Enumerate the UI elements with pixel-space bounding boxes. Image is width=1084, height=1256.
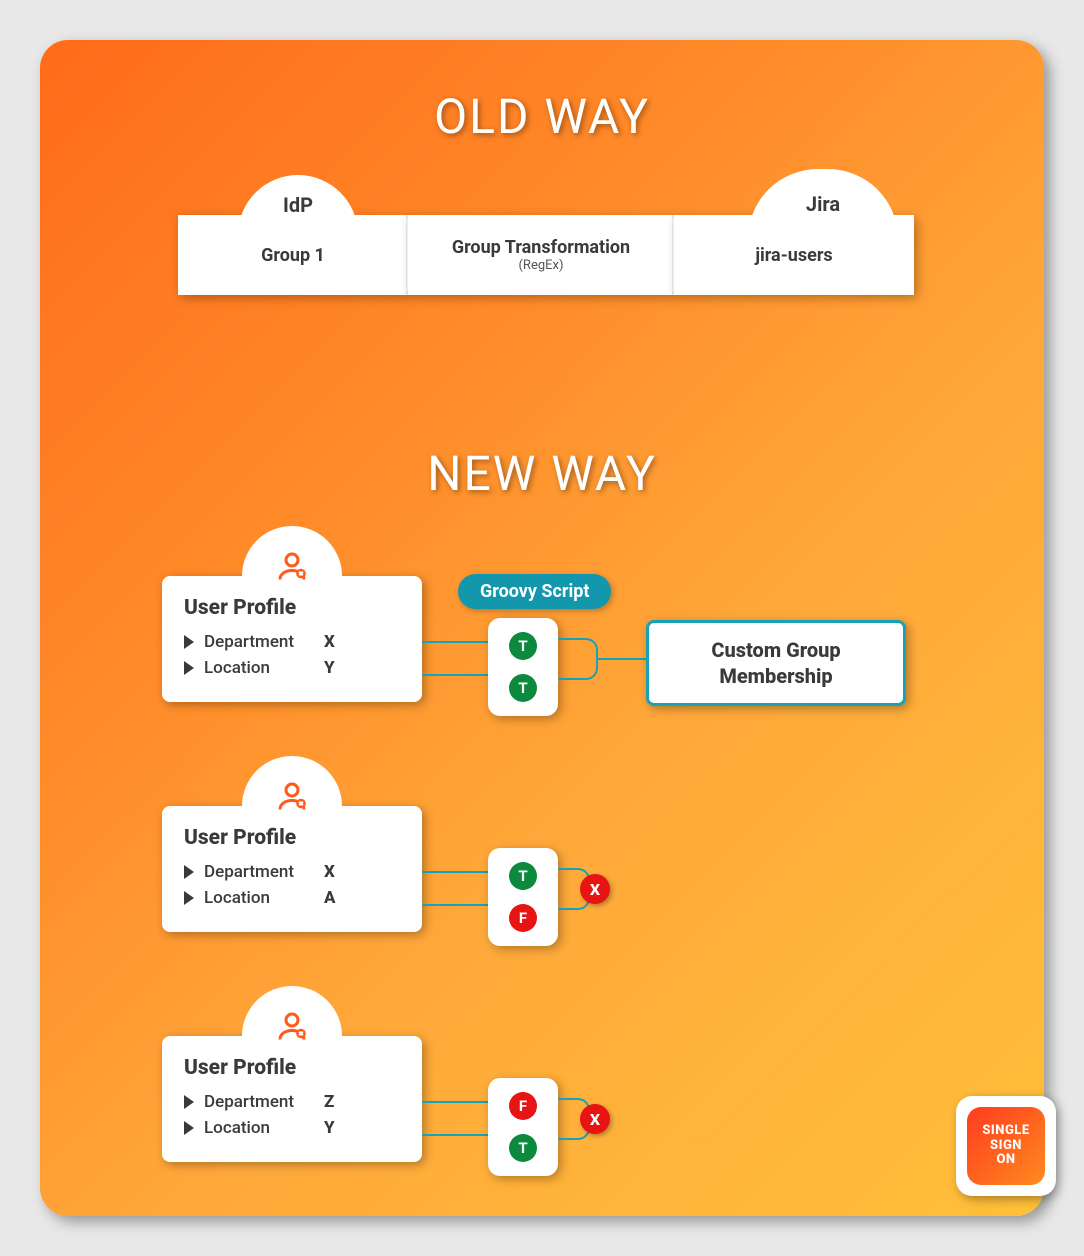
result-true-badge: T bbox=[509, 674, 537, 702]
connector-line bbox=[422, 674, 492, 676]
sso-logo-badge: SINGLE SIGN ON bbox=[956, 1096, 1056, 1196]
eval-box-2: T F bbox=[488, 848, 558, 946]
fail-badge: X bbox=[580, 1104, 610, 1134]
attr-label: Department bbox=[204, 632, 324, 652]
attr-label: Location bbox=[204, 1118, 324, 1138]
profile-title: User Profile bbox=[184, 596, 400, 620]
connector-line bbox=[422, 1101, 492, 1103]
old-box-label: Group 1 bbox=[261, 245, 325, 266]
attr-label: Department bbox=[204, 862, 324, 882]
old-way-title: OLD WAY bbox=[40, 88, 1044, 145]
groovy-script-pill: Groovy Script bbox=[458, 574, 611, 609]
old-box-sublabel: (RegEx) bbox=[518, 258, 563, 273]
old-way-row: IdP Jira Group 1 Group Transformation (R… bbox=[178, 215, 914, 295]
attr-value: Z bbox=[324, 1092, 334, 1112]
user-x-icon bbox=[274, 548, 310, 584]
profile-card-3: User Profile Department Z Location Y bbox=[162, 1036, 422, 1162]
profile-card-2: User Profile Department X Location A bbox=[162, 806, 422, 932]
old-box-label: jira-users bbox=[755, 245, 832, 266]
logo-line: SIGN bbox=[990, 1139, 1022, 1154]
attr-row: Department X bbox=[184, 862, 400, 882]
connector-line bbox=[422, 641, 492, 643]
fail-badge: X bbox=[580, 874, 610, 904]
attr-label: Location bbox=[204, 888, 324, 908]
triangle-icon bbox=[184, 635, 194, 649]
connector-line bbox=[422, 871, 492, 873]
old-box-transformation: Group Transformation (RegEx) bbox=[408, 215, 674, 295]
profile-title: User Profile bbox=[184, 826, 400, 850]
bracket-connector bbox=[558, 638, 598, 680]
attr-value: X bbox=[324, 632, 335, 652]
jira-tab: Jira bbox=[748, 169, 898, 239]
attr-value: A bbox=[324, 888, 336, 908]
attr-label: Department bbox=[204, 1092, 324, 1112]
logo-line: SINGLE bbox=[982, 1124, 1029, 1139]
connector-line bbox=[598, 658, 646, 660]
attr-row: Location Y bbox=[184, 1118, 400, 1138]
logo-line: ON bbox=[996, 1153, 1015, 1168]
user-x-icon bbox=[274, 1008, 310, 1044]
profile-head-tab bbox=[242, 526, 342, 586]
triangle-icon bbox=[184, 1121, 194, 1135]
old-box-label: Group Transformation bbox=[452, 237, 630, 258]
attr-value: Y bbox=[324, 1118, 335, 1138]
profile-title: User Profile bbox=[184, 1056, 400, 1080]
profile-card-1: User Profile Department X Location Y bbox=[162, 576, 422, 702]
result-true-badge: T bbox=[509, 1134, 537, 1162]
sso-logo: SINGLE SIGN ON bbox=[967, 1107, 1045, 1185]
profile-head-tab bbox=[242, 986, 342, 1046]
connector-line bbox=[422, 1134, 492, 1136]
result-false-badge: F bbox=[509, 904, 537, 932]
triangle-icon bbox=[184, 891, 194, 905]
attr-row: Department X bbox=[184, 632, 400, 652]
attr-row: Department Z bbox=[184, 1092, 400, 1112]
connector-line bbox=[422, 904, 492, 906]
attr-value: X bbox=[324, 862, 335, 882]
custom-group-box: Custom Group Membership bbox=[646, 620, 906, 706]
eval-box-1: T T bbox=[488, 618, 558, 716]
attr-label: Location bbox=[204, 658, 324, 678]
triangle-icon bbox=[184, 661, 194, 675]
result-true-badge: T bbox=[509, 632, 537, 660]
profile-head-tab bbox=[242, 756, 342, 816]
user-x-icon bbox=[274, 778, 310, 814]
attr-row: Location Y bbox=[184, 658, 400, 678]
diagram-canvas: OLD WAY IdP Jira Group 1 Group Transform… bbox=[40, 40, 1044, 1216]
new-way-title: NEW WAY bbox=[40, 445, 1044, 502]
idp-tab: IdP bbox=[238, 175, 358, 235]
result-true-badge: T bbox=[509, 862, 537, 890]
attr-row: Location A bbox=[184, 888, 400, 908]
triangle-icon bbox=[184, 865, 194, 879]
triangle-icon bbox=[184, 1095, 194, 1109]
eval-box-3: F T bbox=[488, 1078, 558, 1176]
attr-value: Y bbox=[324, 658, 335, 678]
result-false-badge: F bbox=[509, 1092, 537, 1120]
